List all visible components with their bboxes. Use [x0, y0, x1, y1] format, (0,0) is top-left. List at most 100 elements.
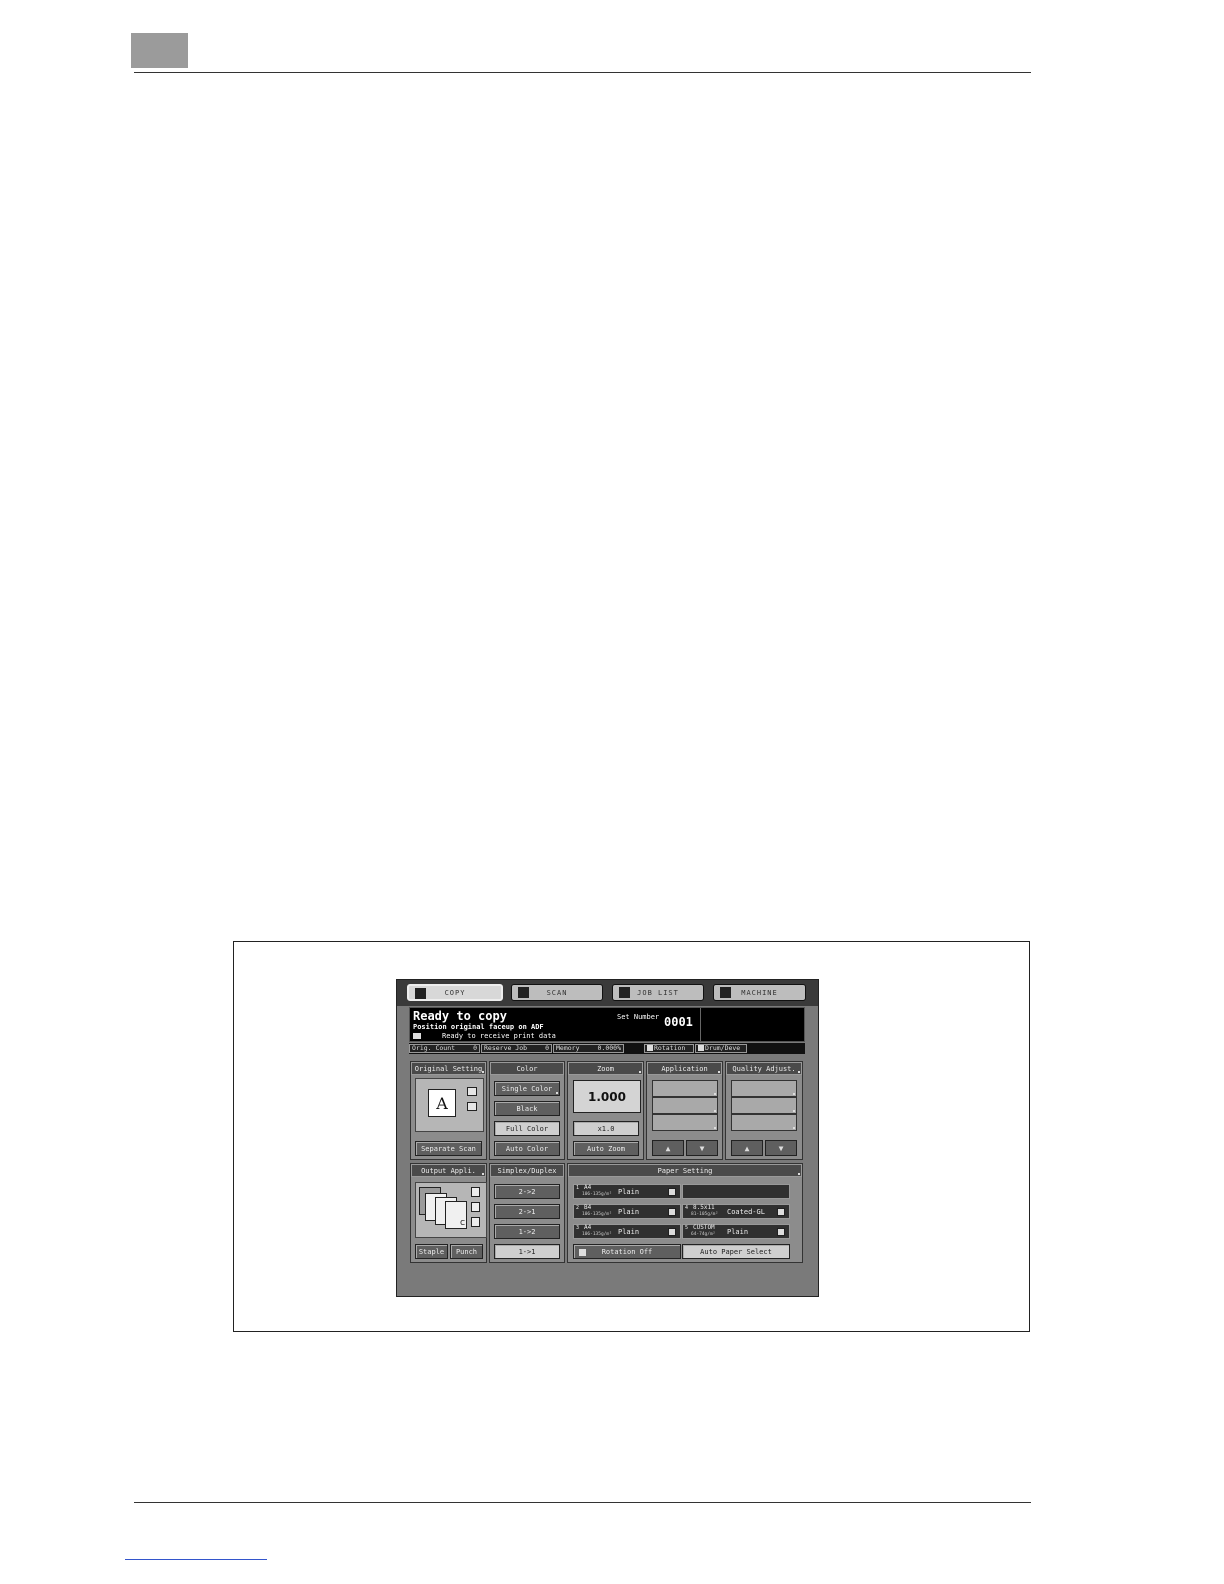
copy-icon — [415, 988, 426, 999]
duplex-1-2-button[interactable]: 1->2 — [494, 1224, 560, 1239]
up-arrow-icon[interactable]: ▲ — [731, 1140, 763, 1156]
application-slot[interactable] — [652, 1080, 718, 1097]
tray-paper-type: Plain — [618, 1208, 640, 1216]
status-bar: Orig. Count 0 Reserve Job 0 Memory 0.000… — [409, 1043, 805, 1054]
rotation-icon — [579, 1249, 586, 1256]
tab-machine[interactable]: MACHINE — [713, 984, 806, 1001]
duplex-2-1-button[interactable]: 2->1 — [494, 1204, 560, 1219]
rotation-off-label: Rotation Off — [601, 1247, 653, 1256]
application-section: Application ▲ ▼ — [646, 1061, 723, 1160]
output-preview[interactable]: A B C — [415, 1182, 487, 1238]
down-arrow-icon[interactable]: ▼ — [686, 1140, 718, 1156]
orig-count-label: Orig. Count — [412, 1044, 456, 1052]
zoom-section: Zoom 1.000 x1.0 Auto Zoom — [567, 1061, 644, 1160]
face-icon — [467, 1102, 477, 1111]
tray-number: 1 — [576, 1185, 580, 1191]
header-rule — [134, 72, 1031, 73]
up-arrow-icon[interactable]: ▲ — [652, 1140, 684, 1156]
instruction-message: Position original faceup on ADF — [413, 1023, 544, 1031]
tab-scan[interactable]: SCAN — [511, 984, 603, 1001]
tray-number: 3 — [576, 1225, 580, 1231]
staple-button[interactable]: Staple — [415, 1244, 448, 1259]
tab-job-list[interactable]: JOB LIST — [612, 984, 704, 1001]
paper-setting-section: Paper Setting 1 A4 106-135g/m² Plain 2 B… — [567, 1163, 803, 1263]
application-slot[interactable] — [652, 1114, 718, 1131]
paper-tray-2[interactable]: 2 B4 106-135g/m² Plain — [573, 1204, 681, 1219]
tab-copy[interactable]: COPY — [407, 984, 503, 1001]
tray-size: A4 — [584, 1224, 592, 1231]
tray-size: CUSTOM — [693, 1224, 715, 1231]
down-arrow-icon[interactable]: ▼ — [765, 1140, 797, 1156]
original-preview[interactable]: A — [415, 1078, 484, 1132]
orig-count: Orig. Count 0 — [409, 1044, 480, 1053]
memory-label: Memory — [556, 1044, 580, 1052]
tray-paper-type: Coated-GL — [727, 1208, 765, 1216]
paper-tray-4[interactable]: 4 8.5x11 81-105g/m² Coated-GL — [682, 1204, 790, 1219]
original-orientation-letter: A — [428, 1089, 456, 1117]
rotation-indicator: Rotation — [644, 1044, 694, 1053]
paper-tray-5[interactable]: 5 CUSTOM 64-74g/m² Plain — [682, 1224, 790, 1239]
auto-color-button[interactable]: Auto Color — [494, 1141, 560, 1156]
application-header[interactable]: Application — [647, 1062, 722, 1075]
paper-level-icon — [668, 1208, 676, 1216]
rotation-label: Rotation — [654, 1044, 686, 1052]
quality-adjust-header[interactable]: Quality Adjust. — [726, 1062, 802, 1075]
rotation-off-button[interactable]: Rotation Off — [573, 1244, 681, 1259]
simplex-1-1-button[interactable]: 1->1 — [494, 1244, 560, 1259]
single-color-button[interactable]: Single Color — [494, 1081, 560, 1096]
tray-number: 5 — [685, 1225, 689, 1231]
tray-size: A4 — [584, 1184, 592, 1191]
message-area: Ready to copy Position original faceup o… — [409, 1007, 805, 1042]
tray-paper-type: Plain — [727, 1228, 749, 1236]
rotation-icon — [647, 1045, 653, 1051]
paper-level-icon — [777, 1208, 785, 1216]
original-setting-section: Original Setting A Separate Scan — [410, 1061, 487, 1160]
tab-job-list-label: JOB LIST — [637, 988, 679, 997]
quality-slot[interactable] — [731, 1097, 797, 1114]
black-button[interactable]: Black — [494, 1101, 560, 1116]
tray-number: 4 — [685, 1205, 689, 1211]
output-appli-section: Output Appli. A B C Staple Punch — [410, 1163, 487, 1263]
fold-icon — [471, 1202, 480, 1212]
simplex-duplex-section: Simplex/Duplex 2->2 2->1 1->2 1->1 — [489, 1163, 565, 1263]
original-setting-header[interactable]: Original Setting — [411, 1062, 486, 1075]
zoom-x1-button[interactable]: x1.0 — [573, 1121, 639, 1136]
tray-paper-type: Plain — [618, 1188, 640, 1196]
paper-tray-3[interactable]: 3 A4 106-135g/m² Plain — [573, 1224, 681, 1239]
tab-scan-label: SCAN — [546, 988, 568, 997]
tray-size: B4 — [584, 1204, 592, 1211]
paper-level-icon — [668, 1188, 676, 1196]
paper-tray-1[interactable]: 1 A4 106-135g/m² Plain — [573, 1184, 681, 1199]
duplex-2-2-button[interactable]: 2->2 — [494, 1184, 560, 1199]
tab-copy-label: COPY — [444, 988, 466, 997]
paper-setting-header[interactable]: Paper Setting — [568, 1164, 802, 1177]
scan-icon — [518, 987, 529, 998]
output-appli-header[interactable]: Output Appli. — [411, 1164, 486, 1177]
reserve-job: Reserve Job 0 — [481, 1044, 552, 1053]
quality-slot[interactable] — [731, 1080, 797, 1097]
zoom-header[interactable]: Zoom — [568, 1062, 643, 1075]
tray-weight: 106-135g/m² — [582, 1212, 612, 1217]
auto-zoom-button[interactable]: Auto Zoom — [573, 1141, 639, 1156]
print-status-message: Ready to receive print data — [442, 1032, 556, 1040]
tray-weight: 64-74g/m² — [691, 1232, 716, 1237]
full-color-button[interactable]: Full Color — [494, 1121, 560, 1136]
color-header: Color — [490, 1062, 564, 1075]
mode-tab-bar: COPY SCAN JOB LIST MACHINE — [397, 980, 818, 1006]
quality-slot[interactable] — [731, 1114, 797, 1131]
paper-tray-empty — [682, 1184, 790, 1199]
binding-icon — [467, 1087, 477, 1096]
auto-paper-select-button[interactable]: Auto Paper Select — [682, 1244, 790, 1259]
quality-adjust-section: Quality Adjust. ▲ ▼ — [725, 1061, 803, 1160]
punch-button[interactable]: Punch — [450, 1244, 483, 1259]
drum-icon — [698, 1045, 704, 1051]
set-number-value: 0001 — [664, 1015, 693, 1029]
application-slot[interactable] — [652, 1097, 718, 1114]
separate-scan-button[interactable]: Separate Scan — [415, 1141, 482, 1156]
memory-value: 0.000% — [597, 1044, 621, 1052]
memory: Memory 0.000% — [553, 1044, 624, 1053]
set-number-label: Set Number — [617, 1013, 660, 1021]
list-icon — [619, 987, 630, 998]
simplex-duplex-header: Simplex/Duplex — [490, 1164, 564, 1177]
orig-count-value: 0 — [473, 1044, 477, 1052]
